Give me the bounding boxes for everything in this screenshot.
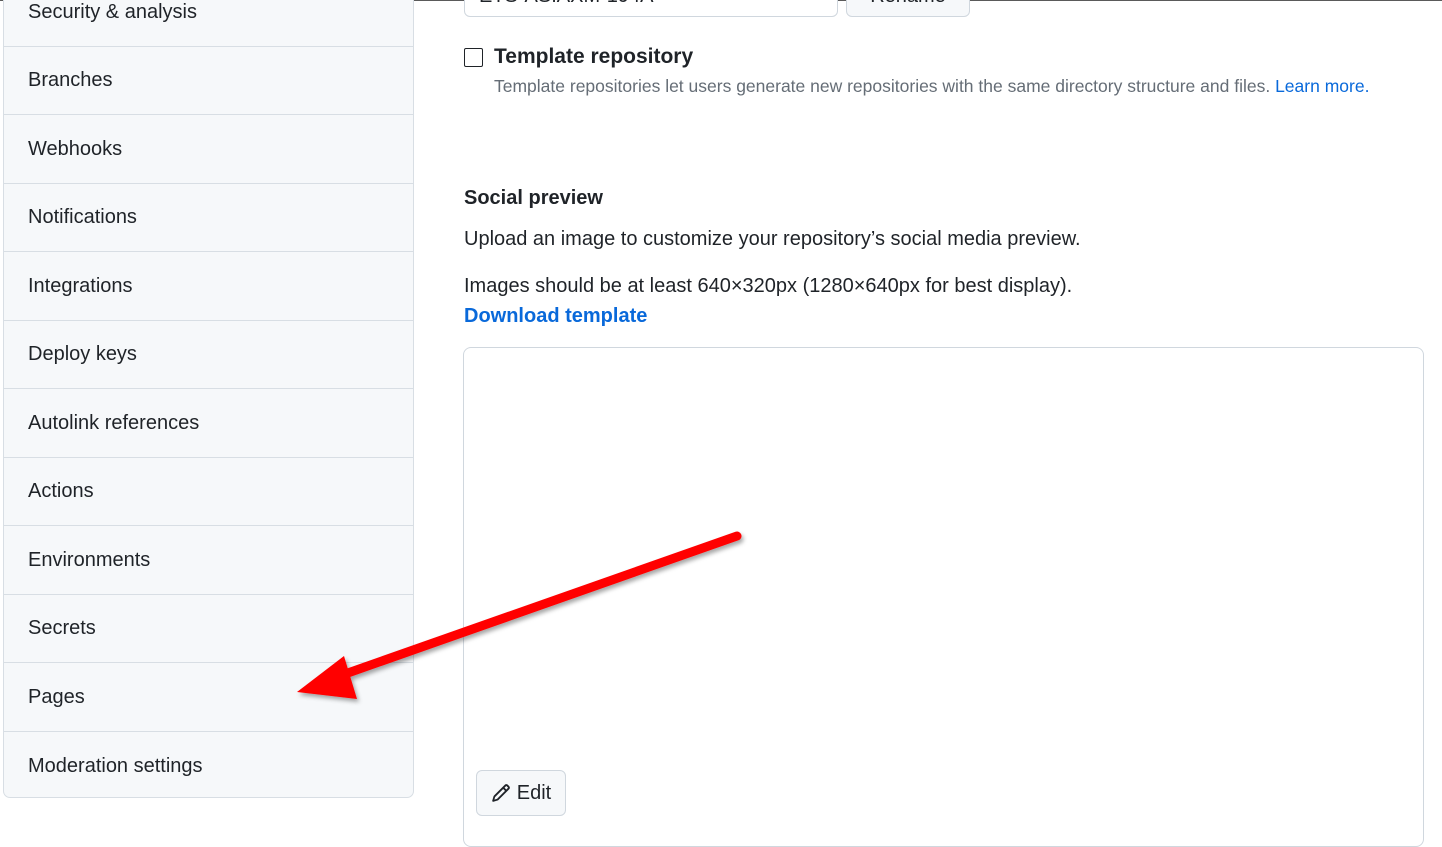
sidebar-item-label: Pages <box>28 686 85 708</box>
sidebar-item-webhooks[interactable]: Webhooks <box>4 116 413 184</box>
sidebar-item-label: Security & analysis <box>28 1 197 23</box>
learn-more-link[interactable]: Learn more. <box>1275 76 1369 96</box>
sidebar-item-actions[interactable]: Actions <box>4 458 413 526</box>
template-repository-checkbox[interactable] <box>464 48 483 67</box>
sidebar-item-label: Secrets <box>28 617 96 639</box>
repository-name-input[interactable]: ETS-ASIAXM-194A <box>464 0 838 17</box>
sidebar-item-label: Actions <box>28 480 94 502</box>
sidebar-item-moderation-settings[interactable]: Moderation settings <box>4 732 413 800</box>
sidebar-item-branches[interactable]: Branches <box>4 47 413 115</box>
edit-social-preview-button[interactable]: Edit <box>476 770 566 816</box>
sidebar-item-secrets[interactable]: Secrets <box>4 595 413 663</box>
sidebar-item-label: Webhooks <box>28 138 123 160</box>
sidebar-item-label: Moderation settings <box>28 754 203 777</box>
sidebar-item-label: Branches <box>28 69 113 91</box>
sidebar-item-deploy-keys[interactable]: Deploy keys <box>4 321 413 389</box>
template-repository-description: Template repositories let users generate… <box>494 76 1369 97</box>
sidebar-item-label: Environments <box>28 549 151 571</box>
sidebar-item-label: Notifications <box>28 206 137 228</box>
sidebar-item-environments[interactable]: Environments <box>4 527 413 595</box>
download-template-link[interactable]: Download template <box>464 305 647 328</box>
rename-button[interactable]: Rename <box>846 0 970 17</box>
sidebar-item-pages[interactable]: Pages <box>4 664 413 732</box>
sidebar-item-label: Autolink references <box>28 412 200 434</box>
social-preview-upload-text: Upload an image to customize your reposi… <box>464 228 1081 250</box>
template-description-text: Template repositories let users generate… <box>494 76 1271 96</box>
settings-sidebar: Security & analysis Branches Webhooks No… <box>3 0 414 798</box>
social-preview-title: Social preview <box>464 187 603 209</box>
sidebar-item-autolink-references[interactable]: Autolink references <box>4 390 413 458</box>
sidebar-item-notifications[interactable]: Notifications <box>4 184 413 252</box>
sidebar-item-label: Integrations <box>28 275 133 297</box>
sidebar-item-label: Deploy keys <box>28 343 137 365</box>
social-preview-size-text: Images should be at least 640×320px (128… <box>464 275 1073 297</box>
template-repository-label: Template repository <box>494 45 694 68</box>
pencil-icon <box>491 783 511 803</box>
social-preview-image-area <box>463 347 1424 847</box>
sidebar-item-integrations[interactable]: Integrations <box>4 253 413 321</box>
edit-button-label: Edit <box>516 781 552 804</box>
sidebar-item-security-analysis[interactable]: Security & analysis <box>4 0 413 47</box>
